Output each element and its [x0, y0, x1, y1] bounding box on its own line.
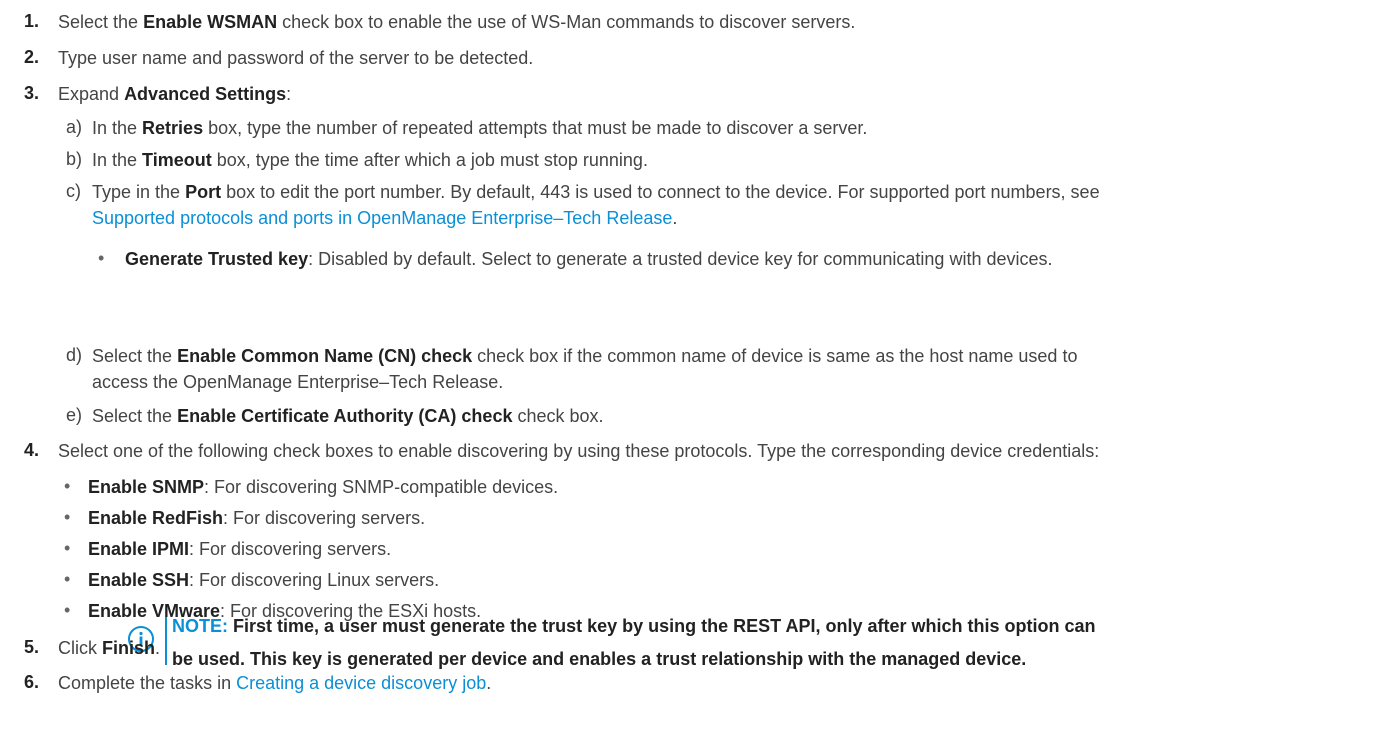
step-1-text: Select the Enable WSMAN check box to ena… — [58, 12, 856, 32]
substep-a-text: In the Retries box, type the number of r… — [92, 118, 868, 138]
step-number: 3. — [24, 83, 40, 103]
protocol-item: Enable IPMI: For discovering servers. — [88, 539, 392, 559]
substep-c-text: Type in the Port box to edit the port nu… — [92, 182, 1100, 202]
bullet: • — [64, 507, 71, 527]
trusted-key-text: Generate Trusted key: Disabled by defaul… — [125, 249, 1053, 269]
protocol-item: Enable SNMP: For discovering SNMP-compat… — [88, 477, 559, 497]
substep-label: d) — [66, 345, 83, 365]
step-number: 2. — [24, 47, 40, 67]
substep-label: a) — [66, 117, 83, 137]
bullet: • — [64, 600, 71, 620]
protocol-item: Enable RedFish: For discovering servers. — [88, 508, 426, 528]
bullet: • — [64, 569, 71, 589]
step-number: 1. — [24, 11, 40, 31]
step-number: 5. — [24, 637, 40, 657]
step-number: 4. — [24, 440, 40, 460]
substep-c-link-line: Supported protocols and ports in OpenMan… — [92, 208, 678, 228]
substep-label: e) — [66, 405, 83, 425]
bullet: • — [98, 248, 105, 268]
step-4-text: Select one of the following check boxes … — [58, 441, 1100, 461]
substep-label: c) — [66, 181, 81, 201]
note-bar — [165, 617, 167, 665]
discovery-job-link[interactable]: Creating a device discovery job — [236, 673, 486, 693]
step-6-text: Complete the tasks in Creating a device … — [58, 673, 492, 693]
substep-label: b) — [66, 149, 83, 169]
substep-b-text: In the Timeout box, type the time after … — [92, 150, 648, 170]
substep-d-line-2: access the OpenManage Enterprise–Tech Re… — [92, 372, 504, 392]
protocol-item: Enable VMware: For discovering the ESXi … — [88, 601, 482, 621]
step-2-text: Type user name and password of the serve… — [58, 48, 534, 68]
step-number: 6. — [24, 672, 40, 692]
note-line-2: be used. This key is generated per devic… — [172, 649, 1027, 669]
supported-ports-link[interactable]: Supported protocols and ports in OpenMan… — [92, 208, 672, 228]
substep-d-text: Select the Enable Common Name (CN) check… — [92, 346, 1078, 366]
bullet: • — [64, 476, 71, 496]
step-3-text: Expand Advanced Settings: — [58, 84, 292, 104]
step-5-text: Click Finish. — [58, 638, 161, 658]
bullet: • — [64, 538, 71, 558]
substep-e-text: Select the Enable Certificate Authority … — [92, 406, 604, 426]
protocol-item: Enable SSH: For discovering Linux server… — [88, 570, 440, 590]
